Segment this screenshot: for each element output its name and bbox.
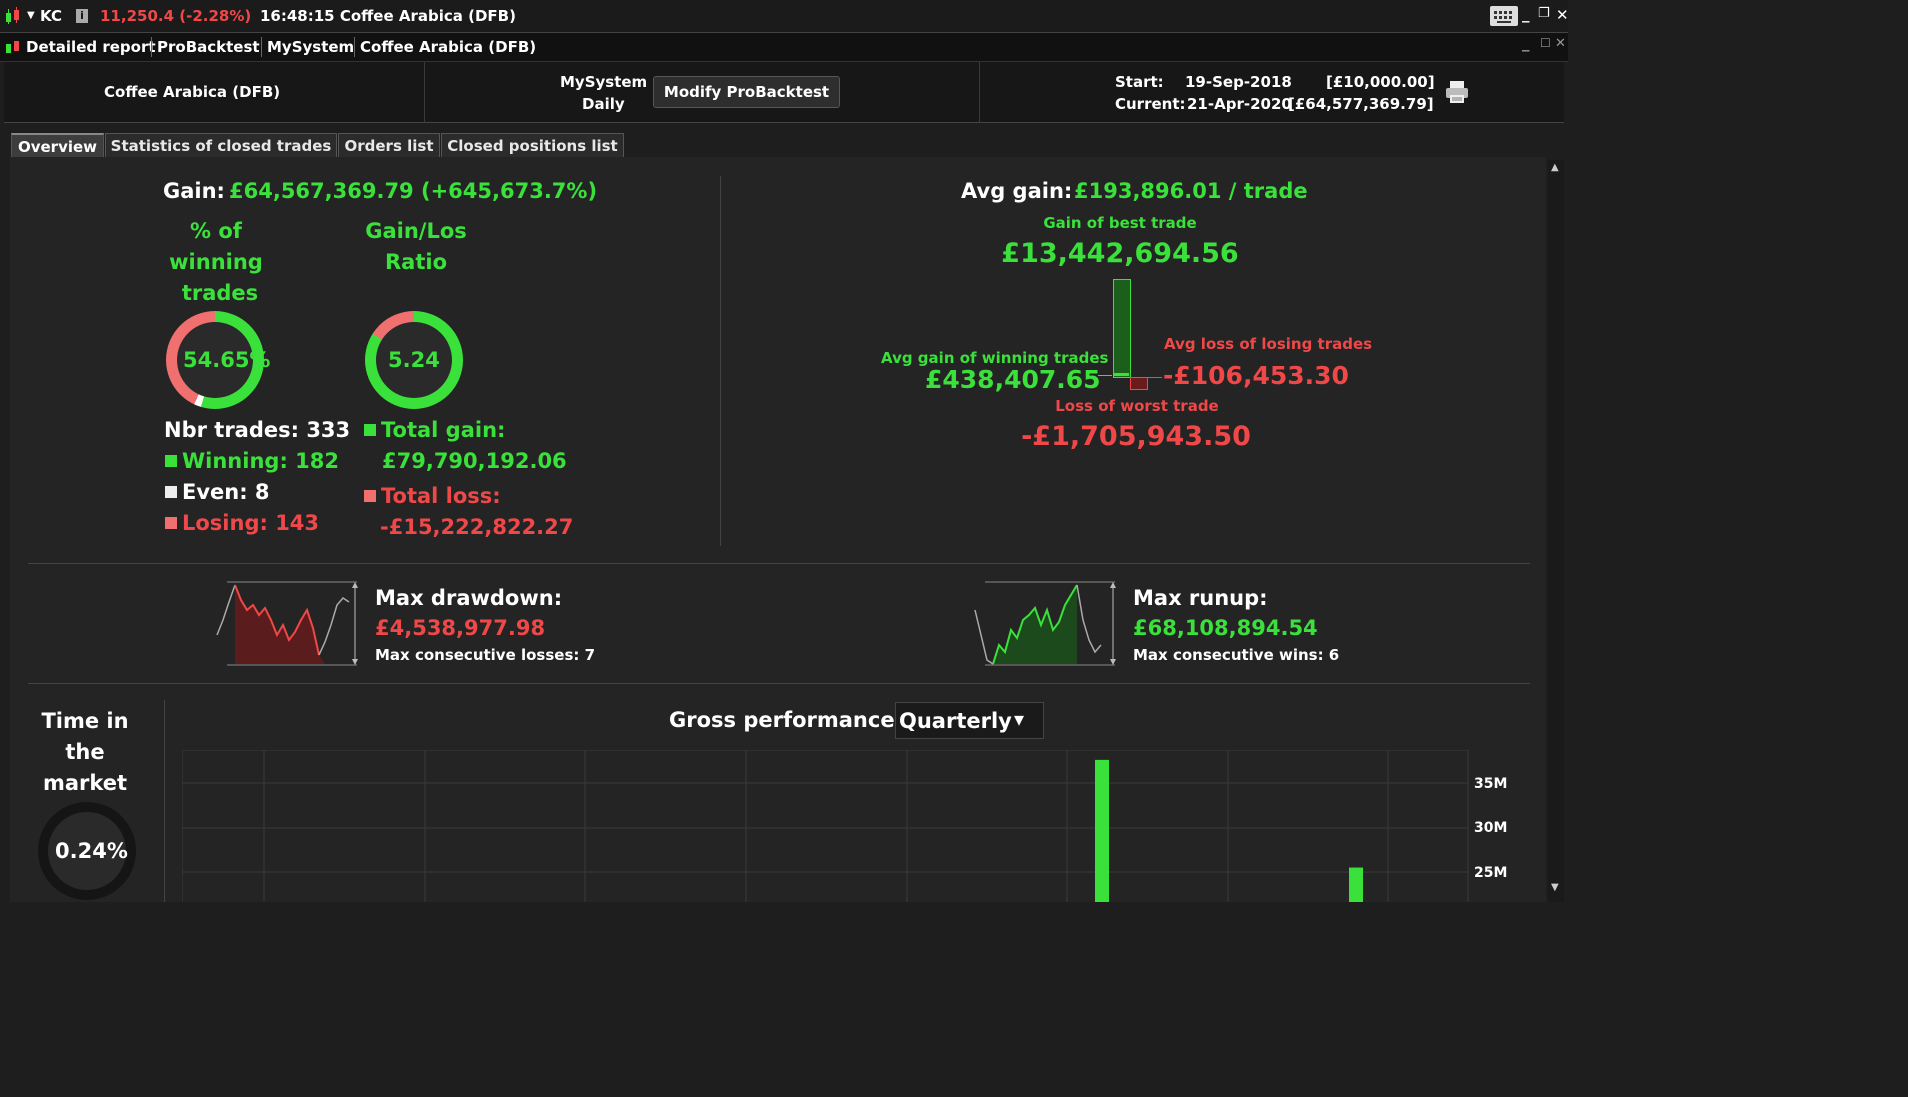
vertical-scrollbar[interactable]: ▲ ▼ bbox=[1548, 160, 1564, 902]
gain-label: Gain: bbox=[163, 179, 225, 203]
avg-loss-value: -£106,453.30 bbox=[1163, 361, 1349, 390]
total-loss-label: Total loss: bbox=[381, 484, 501, 508]
section-divider bbox=[164, 700, 165, 902]
current-value: [£64,577,369.79] bbox=[1288, 95, 1434, 113]
gross-performance-chart: 35M 30M 25M bbox=[182, 750, 1512, 902]
period-select-value: Quarterly bbox=[899, 709, 1012, 733]
worst-trade-label: Loss of worst trade bbox=[1055, 397, 1219, 415]
dropdown-arrow-icon[interactable]: ▼ bbox=[27, 10, 35, 21]
candlestick-icon bbox=[4, 7, 22, 25]
tab-statistics[interactable]: Statistics of closed trades bbox=[105, 133, 337, 158]
winning-pct-title: % of winning trades bbox=[169, 219, 263, 305]
gross-performance-label: Gross performance bbox=[669, 708, 895, 732]
start-date: 19-Sep-2018 bbox=[1185, 73, 1292, 91]
total-loss-legend-icon bbox=[364, 490, 376, 502]
menu-item-detailed-report[interactable]: Detailed report bbox=[26, 38, 156, 56]
start-label: Start: bbox=[1115, 73, 1164, 91]
symbol-label: KC bbox=[40, 7, 62, 25]
nbr-trades: Nbr trades: 333 bbox=[164, 418, 351, 442]
avg-win-value: £438,407.65 bbox=[925, 365, 1101, 394]
time-instrument: 16:48:15 Coffee Arabica (DFB) bbox=[260, 7, 516, 25]
minimize-icon[interactable]: _ bbox=[1522, 34, 1530, 52]
menu-bar: Detailed report ProBacktest MySystem Cof… bbox=[0, 33, 1568, 62]
tab-overview[interactable]: Overview bbox=[11, 133, 104, 159]
info-icon[interactable]: i bbox=[76, 9, 88, 23]
avg-gain-label: Avg gain: bbox=[961, 179, 1073, 203]
title-bar: ▼ KC i 11,250.4 (-2.28%) 16:48:15 Coffee… bbox=[0, 0, 1569, 33]
time-in-market-title: Time in the market bbox=[41, 709, 129, 795]
gain-value: £64,567,369.79 (+645,673.7%) bbox=[229, 179, 598, 203]
chevron-down-icon: ▾ bbox=[1014, 707, 1025, 731]
total-loss-value: -£15,222,822.27 bbox=[380, 515, 574, 539]
worst-trade-value: -£1,705,943.50 bbox=[1021, 421, 1251, 452]
winning-pct-value: 54.65% bbox=[183, 348, 271, 372]
max-drawdown-label: Max drawdown: bbox=[375, 586, 563, 610]
best-trade-bar bbox=[1113, 279, 1131, 378]
ratio-value: 5.24 bbox=[388, 348, 440, 372]
max-runup-value: £68,108,894.54 bbox=[1133, 616, 1318, 640]
ratio-title: Gain/Los Ratio bbox=[365, 219, 467, 274]
runup-sparkline bbox=[973, 580, 1118, 668]
report-header: Coffee Arabica (DFB) MySystem Daily Modi… bbox=[4, 62, 1564, 123]
y-tick-label: 35M bbox=[1474, 776, 1508, 792]
minimize-icon[interactable]: _ bbox=[1522, 5, 1530, 23]
even-count: Even: 8 bbox=[182, 480, 270, 504]
price-change: 11,250.4 (-2.28%) bbox=[100, 7, 252, 25]
max-runup-label: Max runup: bbox=[1133, 586, 1268, 610]
winning-count: Winning: 182 bbox=[182, 449, 339, 473]
worst-trade-bar bbox=[1130, 377, 1148, 390]
max-consecutive-wins: Max consecutive wins: 6 bbox=[1133, 646, 1340, 664]
tab-closed-positions[interactable]: Closed positions list bbox=[441, 133, 624, 158]
y-tick-label: 30M bbox=[1474, 820, 1508, 836]
current-date: 21-Apr-2020 bbox=[1187, 95, 1292, 113]
avg-loss-label: Avg loss of losing trades bbox=[1164, 335, 1373, 353]
candlestick-icon bbox=[4, 38, 22, 56]
total-gain-value: £79,790,192.06 bbox=[382, 449, 567, 473]
time-in-market-value: 0.24% bbox=[55, 839, 128, 863]
section-divider bbox=[28, 683, 1530, 684]
avg-loss-connector bbox=[1148, 377, 1162, 378]
drawdown-sparkline bbox=[215, 580, 360, 668]
avg-gain-value: £193,896.01 / trade bbox=[1074, 179, 1308, 203]
tab-orders-list[interactable]: Orders list bbox=[338, 133, 440, 158]
total-gain-label: Total gain: bbox=[381, 418, 506, 442]
start-value: [£10,000.00] bbox=[1326, 73, 1435, 91]
winning-legend-icon bbox=[165, 455, 177, 467]
scroll-up-icon[interactable]: ▲ bbox=[1551, 162, 1559, 173]
best-trade-label: Gain of best trade bbox=[1043, 214, 1197, 232]
maximize-icon[interactable]: ☐ bbox=[1540, 36, 1551, 50]
avg-win-bar bbox=[1113, 373, 1129, 376]
total-gain-legend-icon bbox=[364, 424, 376, 436]
even-legend-icon bbox=[165, 486, 177, 498]
modify-probacktest-button[interactable]: Modify ProBacktest bbox=[653, 76, 840, 108]
losing-legend-icon bbox=[165, 517, 177, 529]
performance-bar bbox=[1095, 759, 1109, 902]
menu-item-mysystem[interactable]: MySystem bbox=[267, 38, 354, 56]
current-label: Current: bbox=[1115, 95, 1186, 113]
keyboard-icon[interactable] bbox=[1490, 6, 1518, 26]
performance-bar bbox=[1349, 867, 1363, 902]
section-divider bbox=[28, 563, 1530, 564]
restore-icon[interactable]: ❐ bbox=[1538, 6, 1550, 21]
menu-item-probacktest[interactable]: ProBacktest bbox=[157, 38, 260, 56]
system-name: MySystem bbox=[560, 73, 648, 91]
y-tick-label: 25M bbox=[1474, 865, 1508, 881]
printer-icon[interactable] bbox=[1444, 80, 1470, 104]
instrument-name: Coffee Arabica (DFB) bbox=[104, 83, 281, 101]
system-period: Daily bbox=[582, 95, 625, 113]
section-divider bbox=[720, 176, 721, 546]
max-drawdown-value: £4,538,977.98 bbox=[375, 616, 546, 640]
close-icon[interactable]: ✕ bbox=[1556, 6, 1569, 24]
max-consecutive-losses: Max consecutive losses: 7 bbox=[375, 646, 596, 664]
best-trade-value: £13,442,694.56 bbox=[1001, 238, 1239, 269]
period-select[interactable]: Quarterly ▾ bbox=[895, 702, 1044, 739]
scroll-down-icon[interactable]: ▼ bbox=[1551, 882, 1559, 893]
losing-count: Losing: 143 bbox=[182, 511, 320, 535]
menu-item-instrument[interactable]: Coffee Arabica (DFB) bbox=[360, 38, 536, 56]
close-icon[interactable]: ✕ bbox=[1555, 36, 1566, 51]
